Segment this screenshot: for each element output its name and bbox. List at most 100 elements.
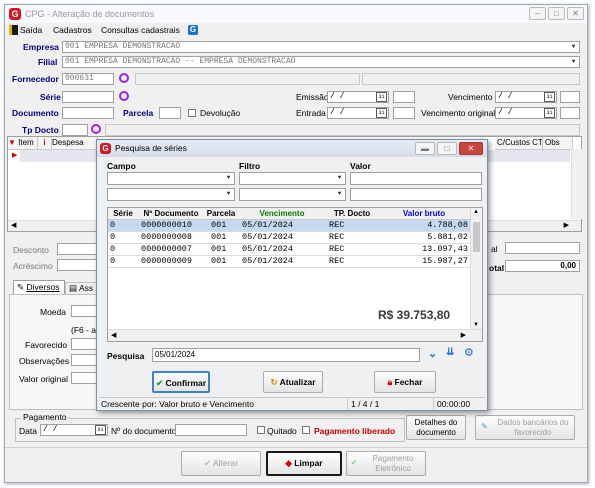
results-vertical-scrollbar[interactable]: ▲ ▼ <box>470 208 482 329</box>
col-cc-header[interactable]: C/Custos CTB <box>495 137 543 150</box>
dialog-maximize-button[interactable]: □ <box>437 142 457 155</box>
chevron-down-icon[interactable]: ▼ <box>223 173 234 183</box>
campo-select-2[interactable]: ▼ <box>107 188 235 201</box>
filial-select[interactable]: 001 EMPRESA DEMONSTRACAO -- EMPRESA DEMO… <box>62 56 580 68</box>
search-icon[interactable] <box>119 73 129 83</box>
expand-down-icon[interactable]: ⌄ <box>428 347 437 360</box>
cell-serie: 0 <box>110 244 116 254</box>
data-field[interactable]: / / 31 <box>40 424 108 436</box>
entrada-field[interactable]: / / 31 <box>327 107 389 119</box>
vencimento-value: / / <box>498 92 513 101</box>
cell-documento: 0000000007 <box>141 244 193 254</box>
fornecedor-extra-field <box>362 73 580 85</box>
cell-tpdocto: REC <box>329 244 345 254</box>
moeda-label: Moeda <box>40 307 66 317</box>
campo-select-1[interactable]: ▼ <box>107 172 235 185</box>
calendar-icon[interactable]: 31 <box>544 92 555 102</box>
gear-icon[interactable]: ⚙ <box>464 346 474 359</box>
alterar-button[interactable]: ✔ Alterar <box>181 451 261 476</box>
chevron-down-icon[interactable]: ▼ <box>334 189 345 199</box>
close-button[interactable]: ✕ <box>567 7 584 20</box>
pagamento-eletronico-button[interactable]: ✔ Pagamento Eletrônico <box>346 451 426 476</box>
col-documento-header[interactable]: Nº Documento <box>139 208 203 219</box>
eraser-icon: ◆ <box>285 458 292 468</box>
chevron-down-icon[interactable]: ▼ <box>568 42 579 52</box>
fechar-button[interactable]: 🔒︎ Fechar <box>374 371 436 393</box>
cell-parcela: 001 <box>211 232 227 242</box>
emissao-label: Emissão <box>296 92 329 102</box>
serie-field[interactable] <box>62 91 114 103</box>
vencimento-field[interactable]: / / 31 <box>495 91 557 103</box>
chevron-down-icon[interactable]: ▼ <box>334 173 345 183</box>
table-row[interactable]: 0 0000000009 001 05/01/2024 REC 15.987,2… <box>108 256 470 268</box>
minimize-button[interactable]: – <box>529 7 546 20</box>
ndoc-field[interactable] <box>175 424 247 436</box>
devolucao-checkbox[interactable] <box>188 109 196 117</box>
search-icon[interactable] <box>91 124 101 134</box>
tab-diversos[interactable]: ✎ Diversos <box>13 280 65 294</box>
filtro-select-1[interactable]: ▼ <box>239 172 346 185</box>
chevron-down-icon[interactable]: ▼ <box>568 57 579 67</box>
col-serie-header[interactable]: Série <box>108 208 138 219</box>
app-logo-icon: G <box>9 8 21 20</box>
acrescimo-field[interactable] <box>57 259 97 271</box>
vencimento-original-label: Vencimento original <box>421 108 496 118</box>
limpar-button[interactable]: ◆ Limpar <box>266 451 342 476</box>
sort-down-icon[interactable]: ⇊ <box>446 347 454 358</box>
confirmar-button[interactable]: ✔ Confirmar <box>152 371 210 393</box>
calendar-icon[interactable]: 31 <box>376 92 387 102</box>
col-obs-header[interactable]: Obs <box>543 137 573 150</box>
calendar-icon[interactable]: 31 <box>95 425 106 435</box>
pesquisa-input[interactable]: 05/01/2024 <box>152 348 420 362</box>
col-item-header[interactable]: ▼ Item <box>8 137 38 150</box>
col-valor-header[interactable]: Valor bruto <box>379 208 469 219</box>
menu-saida[interactable]: Saída <box>20 23 42 37</box>
table-row[interactable]: 0 0000000008 001 05/01/2024 REC 5.881,02 <box>108 232 470 244</box>
help-icon[interactable]: G <box>188 25 198 35</box>
table-row[interactable]: 0 0000000007 001 05/01/2024 REC 13.097,4… <box>108 244 470 256</box>
vertical-scrollbar[interactable] <box>571 149 582 219</box>
liberado-checkbox[interactable] <box>302 426 310 434</box>
fornecedor-code-field[interactable]: 000631 <box>62 73 114 85</box>
results-grid[interactable]: Série Nº Documento Parcela Vencimento TP… <box>107 207 483 342</box>
results-horizontal-scrollbar[interactable]: ◀ ▶ <box>108 329 482 341</box>
emissao-field[interactable]: / / 31 <box>327 91 389 103</box>
search-icon[interactable] <box>119 91 129 101</box>
valor-field-2[interactable] <box>350 188 482 201</box>
observacoes-label: Observações <box>19 356 70 366</box>
vencimento-extra-field <box>560 91 580 103</box>
parcela-field[interactable] <box>159 107 181 119</box>
fornecedor-code: 000631 <box>65 74 94 83</box>
menu-consultas[interactable]: Consultas cadastrais <box>101 23 180 37</box>
dados-bancarios-button[interactable]: ✎ Dados bancários do favorecido <box>475 415 575 440</box>
vencimento-original-field[interactable]: / / 31 <box>495 107 557 119</box>
chevron-down-icon[interactable]: ▼ <box>223 189 234 199</box>
atualizar-button[interactable]: ↻ Atualizar <box>263 371 323 393</box>
documento-field[interactable] <box>62 107 114 119</box>
al-label: al <box>491 244 498 254</box>
detalhes-button[interactable]: Detalhes do documento <box>406 415 466 440</box>
cell-documento: 0000000008 <box>141 232 193 242</box>
maximize-button[interactable]: □ <box>548 7 565 20</box>
col-despesa-header[interactable]: Despesa <box>52 137 98 150</box>
dialog-minimize-button[interactable]: ▬ <box>415 142 435 155</box>
dialog-close-button[interactable]: ✕ <box>459 142 483 155</box>
tpdocto-field[interactable] <box>62 124 88 136</box>
col-tpdocto-header[interactable]: TP. Docto <box>326 208 378 219</box>
empresa-select[interactable]: 001 EMPRESA DEMONSTRACAO ▼ <box>62 41 580 53</box>
calendar-icon[interactable]: 31 <box>544 108 555 118</box>
col-info-header[interactable]: i <box>38 137 52 150</box>
menu-cadastros[interactable]: Cadastros <box>53 23 92 37</box>
valor-label: Valor <box>350 161 371 171</box>
valor-field-1[interactable] <box>350 172 482 185</box>
pencil-icon: ✎ <box>481 422 488 431</box>
desconto-field[interactable] <box>57 243 97 255</box>
table-row[interactable]: 0 0000000010 001 05/01/2024 REC 4.788,08 <box>108 220 470 232</box>
quitado-label: Quitado <box>267 426 297 436</box>
col-parcela-header[interactable]: Parcela <box>204 208 238 219</box>
quitado-checkbox[interactable] <box>257 426 265 434</box>
col-vencimento-header[interactable]: Vencimento <box>239 208 325 219</box>
filtro-select-2[interactable]: ▼ <box>239 188 346 201</box>
calendar-icon[interactable]: 31 <box>376 108 387 118</box>
row-indicator: ▶ <box>12 152 18 159</box>
